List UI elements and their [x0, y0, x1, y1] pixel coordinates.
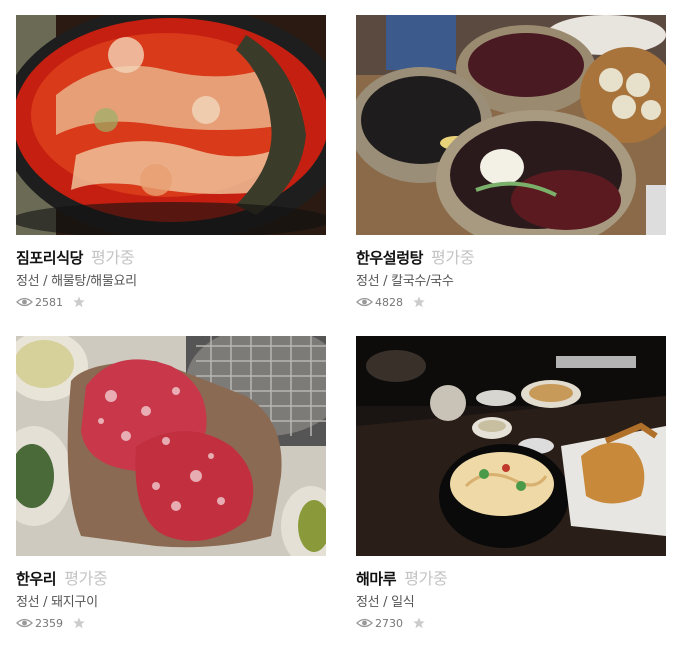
restaurant-photo[interactable]: [356, 15, 666, 235]
star-icon[interactable]: [413, 296, 425, 308]
category-label: 해물탕/해물요리: [51, 274, 137, 289]
restaurant-meta: 정선 / 칼국수/국수: [356, 270, 454, 289]
eye-icon: [16, 618, 33, 628]
restaurant-photo[interactable]: [356, 336, 666, 556]
restaurant-meta: 정선 / 해물탕/해물요리: [16, 270, 137, 289]
eye-icon: [356, 297, 373, 307]
restaurant-name[interactable]: 한우설렁탕: [356, 247, 423, 268]
separator: /: [383, 274, 388, 289]
udon-tempura-photo: [356, 336, 666, 556]
restaurant-stats: 4828: [356, 294, 425, 310]
restaurant-name[interactable]: 짐포리식당: [16, 247, 83, 268]
region-label: 정선: [356, 595, 380, 610]
restaurant-meta: 정선 / 일식: [356, 591, 415, 610]
category-label: 일식: [391, 595, 415, 610]
raw-beef-grill-photo: [16, 336, 326, 556]
category-label: 칼국수/국수: [391, 274, 454, 289]
view-count: 2359: [35, 616, 63, 630]
restaurant-name[interactable]: 해마루: [356, 568, 397, 589]
rating-status: 평가중: [64, 569, 108, 588]
star-icon[interactable]: [73, 296, 85, 308]
view-count: 2730: [375, 616, 403, 630]
rating-status: 평가중: [91, 248, 135, 267]
region-label: 정선: [16, 274, 40, 289]
rating-status: 평가중: [431, 248, 475, 267]
view-count: 2581: [35, 295, 63, 309]
view-count: 4828: [375, 295, 403, 309]
restaurant-stats: 2359: [16, 615, 85, 631]
category-label: 돼지구이: [51, 595, 98, 610]
eye-icon: [16, 297, 33, 307]
restaurant-stats: 2581: [16, 294, 85, 310]
eye-icon: [356, 618, 373, 628]
restaurant-card[interactable]: 한우설렁탕 평가중 정선 / 칼국수/국수 4828: [356, 15, 666, 321]
separator: /: [43, 274, 48, 289]
restaurant-stats: 2730: [356, 615, 425, 631]
star-icon[interactable]: [413, 617, 425, 629]
noodle-bowls-photo: [356, 15, 666, 235]
separator: /: [43, 595, 48, 610]
star-icon[interactable]: [73, 617, 85, 629]
restaurant-photo[interactable]: [16, 336, 326, 556]
restaurant-card[interactable]: 해마루 평가중 정선 / 일식 2730: [356, 336, 666, 642]
region-label: 정선: [16, 595, 40, 610]
region-label: 정선: [356, 274, 380, 289]
separator: /: [383, 595, 388, 610]
rating-status: 평가중: [404, 569, 448, 588]
restaurant-name[interactable]: 한우리: [16, 568, 57, 589]
restaurant-card[interactable]: 짐포리식당 평가중 정선 / 해물탕/해물요리 2581: [16, 15, 326, 321]
restaurant-photo[interactable]: [16, 15, 326, 235]
restaurant-card[interactable]: 한우리 평가중 정선 / 돼지구이 2359: [16, 336, 326, 642]
spicy-fish-stew-photo: [16, 15, 326, 235]
restaurant-meta: 정선 / 돼지구이: [16, 591, 98, 610]
